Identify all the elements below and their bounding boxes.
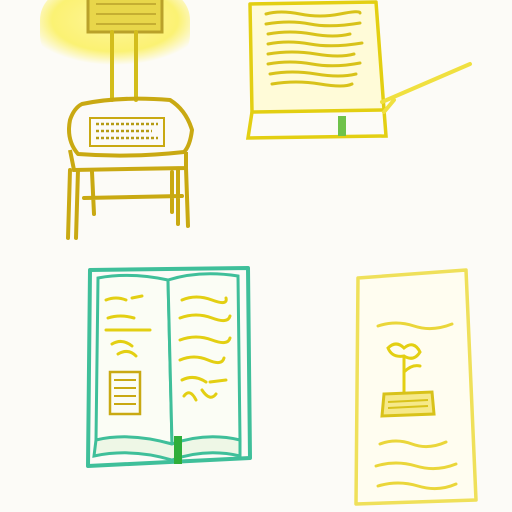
plant-pot [380,390,436,418]
open-book [86,266,252,468]
card-outline [354,268,478,506]
stool-top [67,96,194,158]
paper-bookmark [338,116,346,136]
lamp-on-stool [40,0,194,240]
sketch-canvas [0,0,512,512]
lamp-shade-icon [86,0,164,34]
plant-card [354,268,478,506]
paper-sheet [245,0,472,140]
sketch-svg [40,0,478,506]
stool-legs [66,166,190,240]
paper-outline [248,0,386,114]
book-bookmark [174,436,182,464]
paper-cord [380,62,472,114]
